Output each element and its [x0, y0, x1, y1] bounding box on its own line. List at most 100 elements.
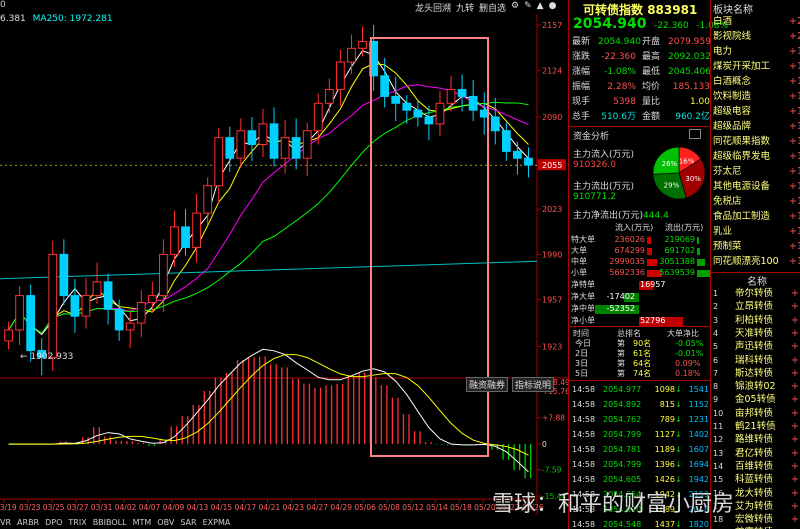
candle-body	[391, 95, 401, 104]
candle-body	[4, 329, 13, 342]
kline-chart[interactable]: 21572124209020552023199019571923 +18.49+…	[0, 0, 568, 529]
candle-body	[70, 295, 80, 317]
candle-body	[269, 123, 279, 159]
sector-item: 其他电源设备 +1	[713, 181, 800, 192]
x-tick-label: 03/23	[19, 503, 41, 512]
candle-body	[192, 212, 201, 249]
tab-obv[interactable]: OBV	[157, 518, 174, 527]
candle-body	[59, 253, 69, 297]
rank-head-ratio: 大单净比	[667, 329, 699, 338]
x-tick-label: 03/31	[91, 503, 113, 512]
toolbar-ninegrid[interactable]: 九转	[456, 1, 474, 14]
candle-body	[203, 185, 213, 214]
sector-item: 食品加工制造 +1	[713, 211, 800, 222]
tab-sar[interactable]: SAR	[180, 518, 196, 527]
candle-body	[313, 102, 323, 132]
x-tick-label: 05/06	[354, 503, 376, 512]
bond-item: 2 立昂转债 +	[713, 301, 799, 313]
candle-body	[413, 109, 423, 118]
tab-margin[interactable]: 融资融券	[466, 377, 509, 392]
tick-row: 14:58 2054.892 815 ↓ 1152	[572, 400, 709, 409]
tab-vr[interactable]: VR	[0, 518, 11, 527]
x-tick-label: 04/02	[115, 503, 137, 512]
sector-item: 影视院线 +2	[713, 31, 800, 42]
candle-body	[214, 137, 224, 187]
tick-row: 14:58 2054.799 1127 ↓ 1402	[572, 430, 709, 439]
candle-body	[48, 253, 58, 358]
tick-row: 14:58 2054.762 789 ↓ 1231	[572, 415, 709, 424]
x-tick-label: 04/27	[306, 503, 328, 512]
rank-head-total: 总排名	[617, 329, 641, 338]
indicator-tabs: VR ARBR DPO TRIX BBIBOLL MTM OBV SAR EXP…	[0, 518, 230, 527]
candle-body	[302, 130, 312, 159]
expand-icon[interactable]	[689, 129, 701, 139]
quote-row: 涨幅 -1.08% 最低 2045.406	[572, 67, 711, 77]
candle-body	[291, 137, 301, 159]
ytick-label: 1990	[542, 250, 562, 259]
outflow-value: 910771.2	[573, 192, 616, 202]
tick-row: 14:58 2054.799 1396 ↓ 1694	[572, 460, 709, 469]
net-row: 净特单 16957	[571, 280, 666, 290]
bond-item: 4 天准转债 +	[713, 327, 799, 339]
tab-arbr[interactable]: ARBR	[17, 518, 39, 527]
tab-trix[interactable]: TRIX	[68, 518, 86, 527]
candle-body	[92, 281, 102, 297]
bond-item: 3 利柏转债 +	[713, 314, 799, 326]
quote-row: 涨跌 -22.360 最高 2092.032	[572, 52, 711, 62]
pie-label: 30%	[685, 175, 701, 183]
candle-body	[501, 130, 511, 152]
bond-item: 8 锦浪转02 +	[713, 381, 799, 393]
sector-item: 免税店 +1	[713, 196, 800, 207]
toolbar-remove-fav[interactable]: 删自选	[479, 1, 506, 14]
sub-tabs: 融资融券 指标说明	[466, 377, 555, 392]
rank-row: 5日第 74名 0.18%	[575, 369, 701, 378]
fund-pie-chart: 16%30%29%26%	[652, 146, 706, 200]
outflow-label: 主力流出(万元)	[573, 182, 635, 192]
sub-tick-label: +7.88	[542, 414, 565, 423]
x-tick-label: 04/09	[163, 503, 185, 512]
tab-bbiboll[interactable]: BBIBOLL	[93, 518, 127, 527]
ytick-label: 2055	[542, 161, 562, 170]
net-outflow: 主力净流出(万元)444.4	[573, 208, 669, 221]
wrench-icon[interactable]: ✎	[524, 1, 532, 14]
candle-body	[490, 116, 500, 132]
tab-dpo[interactable]: DPO	[45, 518, 62, 527]
candle-body	[15, 295, 24, 331]
candle-body	[513, 150, 522, 159]
ytick-label: 2090	[542, 113, 562, 122]
sector-item: 乳业 +1	[713, 226, 800, 237]
fund-header: 资金分析	[573, 132, 610, 142]
tab-mtm[interactable]: MTM	[133, 518, 152, 527]
rank-panel: 时间 总排名 大单净比 今日第 90名 -0.05% 2日第 61名 -0.01% 3日第 6…	[568, 326, 710, 380]
rank-row: 2日第 61名 -0.01%	[575, 349, 704, 358]
candle-body	[402, 102, 412, 111]
tick-row: 14:58 2054.605 1426 ↓ 1942	[572, 475, 709, 484]
tab-expma[interactable]: EXPMA	[203, 518, 231, 527]
toolbar-review[interactable]: 龙头回溯	[415, 1, 451, 14]
candle-body	[479, 109, 489, 118]
circle-icon[interactable]: ●	[549, 1, 557, 14]
fund-row: 大单 674299 691702	[569, 245, 711, 256]
index-name: 可转债指数	[583, 3, 644, 17]
chart-toolbar: 龙头回溯 九转 删自选 ⚙ ✎ ▲ ●	[415, 1, 556, 14]
candle-body	[170, 226, 179, 255]
gear-icon[interactable]: ⚙	[511, 1, 519, 14]
change: -22.360	[654, 21, 689, 31]
triangle-icon[interactable]: ▲	[537, 1, 544, 14]
col-out: 流出(万元)	[665, 223, 704, 232]
x-tick-label: 03/25	[43, 503, 65, 512]
ytick-label: 2157	[542, 21, 562, 30]
rank-row: 3日第 64名 0.09%	[575, 359, 701, 368]
tab-indicator-help[interactable]: 指标说明	[512, 377, 555, 392]
candle-body	[181, 226, 190, 249]
candle-body	[446, 89, 456, 104]
candle-body	[324, 89, 334, 104]
sector-item: 超级电容 +1	[713, 106, 800, 117]
index-code: 883981	[647, 3, 698, 17]
net-row: 净中单 -52352	[569, 303, 711, 315]
bond-item: 14 百维转债 +	[713, 460, 799, 472]
quote-row: 最新 2054.940 开盘 2079.959	[572, 37, 711, 47]
bond-item: 5 声迅转债 +	[713, 341, 799, 353]
fund-row: 中单 2999035 3051388	[569, 256, 711, 267]
x-tick-label: 05/12	[402, 503, 424, 512]
